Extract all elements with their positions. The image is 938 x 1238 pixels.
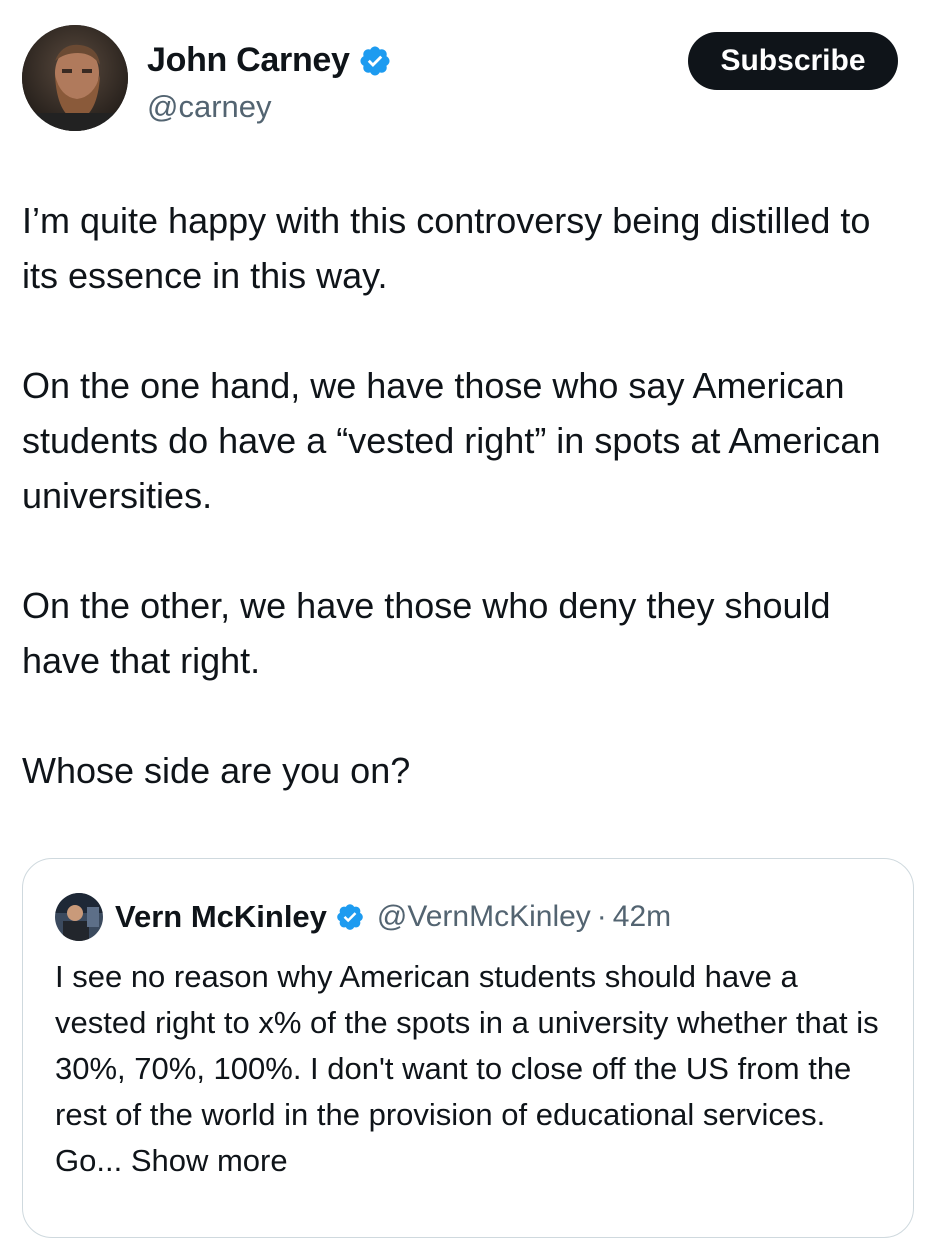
tweet-paragraph: Whose side are you on?	[22, 750, 411, 791]
tweet-header: John Carney @carney Subscribe	[22, 25, 898, 135]
verified-badge-icon	[335, 902, 365, 932]
tweet-paragraph: I’m quite happy with this controversy be…	[22, 200, 871, 296]
quoted-tweet-card[interactable]: Vern McKinley @VernMcKinley · 42m I see …	[22, 858, 914, 1238]
quoted-tweet-header: Vern McKinley @VernMcKinley · 42m	[55, 893, 671, 941]
tweet-paragraph: On the one hand, we have those who say A…	[22, 365, 881, 516]
tweet-text: I’m quite happy with this controversy be…	[22, 193, 912, 853]
quoted-tweet-text: I see no reason why American students sh…	[55, 954, 895, 1184]
author-name[interactable]: John Carney	[147, 41, 350, 80]
author-name-row: John Carney	[147, 41, 392, 80]
verified-badge-icon	[358, 44, 392, 78]
separator-dot: ·	[596, 900, 607, 933]
quoted-tweet-timestamp[interactable]: 42m	[613, 900, 671, 934]
show-more-link[interactable]: Show more	[131, 1143, 288, 1178]
author-avatar[interactable]	[22, 25, 128, 131]
quoted-author-avatar[interactable]	[55, 893, 103, 941]
author-handle[interactable]: @carney	[147, 89, 272, 125]
subscribe-button[interactable]: Subscribe	[688, 32, 898, 90]
quoted-author-handle[interactable]: @VernMcKinley	[377, 900, 591, 934]
tweet-paragraph: On the other, we have those who deny the…	[22, 585, 831, 681]
quoted-author-name[interactable]: Vern McKinley	[115, 899, 327, 935]
